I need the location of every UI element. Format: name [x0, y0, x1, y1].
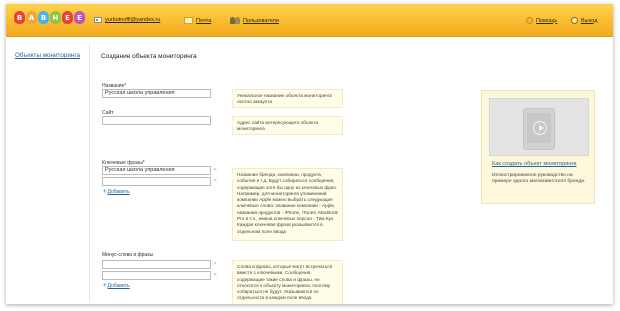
users-link[interactable]: Пользователи [243, 18, 279, 24]
minus-words-hint: Слова и фразы, которые могут встречаться… [229, 260, 343, 304]
minus-words-label: Минус-слова и фразы [102, 252, 154, 258]
add-minus-word-button[interactable]: + Добавить [103, 283, 130, 289]
sidebar-item-monitoring-objects[interactable]: Объекты мониторинга [15, 52, 80, 59]
remove-icon[interactable]: ✕ [213, 179, 217, 184]
mail-icon [184, 17, 193, 24]
account-email-link[interactable]: yurbotnoffl@yandex.ru [105, 17, 160, 23]
sidebar-divider [89, 44, 90, 302]
header-bar: B A B H E E yurbotnoffl@yandex.ru Почта … [6, 4, 613, 37]
remove-icon[interactable]: ✕ [213, 168, 217, 173]
help-item: Помощь [526, 17, 557, 24]
page-title: Создание объекта мониторинга [101, 53, 197, 60]
guide-panel: Как создать объект мониторинга Иллюстрир… [481, 90, 595, 204]
site-field[interactable] [102, 116, 211, 125]
add-minus-word-label: Добавить [107, 283, 130, 289]
minus-word-field[interactable] [102, 271, 211, 280]
keyword-field[interactable] [102, 177, 211, 186]
remove-icon[interactable]: ✕ [213, 262, 217, 267]
logo-letter: B [14, 11, 25, 24]
help-link[interactable]: Помощь [536, 18, 557, 24]
users-item: Пользователи [230, 17, 279, 24]
minus-word-field[interactable] [102, 260, 211, 269]
site-hint: Адрес сайта интересующего объекта монито… [229, 116, 343, 135]
users-icon [230, 17, 240, 24]
keyword-field[interactable]: Русская школа управления [102, 166, 211, 175]
plus-icon: + [103, 189, 107, 195]
logo[interactable]: B A B H E E [14, 11, 85, 24]
remove-icon[interactable]: ✕ [213, 273, 217, 278]
add-keyword-label: Добавить [107, 189, 130, 195]
logo-letter: E [62, 11, 73, 24]
name-field[interactable]: Русская школа управления [102, 89, 211, 98]
logo-letter: A [26, 11, 37, 24]
mail-item: Почта [184, 17, 211, 24]
exit-icon [571, 17, 578, 24]
plus-icon: + [103, 283, 107, 289]
logo-letter: E [74, 11, 85, 24]
help-icon [526, 17, 533, 24]
exit-item: Выход [571, 17, 597, 24]
user-card-icon [94, 17, 102, 23]
exit-link[interactable]: Выход [581, 18, 597, 24]
guide-description: Иллюстрированное руководство на примере … [492, 173, 586, 185]
logo-letter: B [38, 11, 49, 24]
account-item: yurbotnoffl@yandex.ru [94, 17, 160, 23]
add-keyword-button[interactable]: + Добавить [103, 189, 130, 195]
logo-letter: H [50, 11, 61, 24]
guide-video[interactable] [489, 98, 589, 156]
guide-link[interactable]: Как создать объект мониторинга [492, 161, 577, 167]
play-icon[interactable] [533, 121, 547, 135]
app-window: B A B H E E yurbotnoffl@yandex.ru Почта … [6, 4, 613, 304]
name-hint: Уникальное название объекта мониторинга … [229, 89, 343, 108]
mail-link[interactable]: Почта [196, 18, 211, 24]
keywords-hint: Название бренда, компании, продукта, соб… [229, 168, 343, 241]
